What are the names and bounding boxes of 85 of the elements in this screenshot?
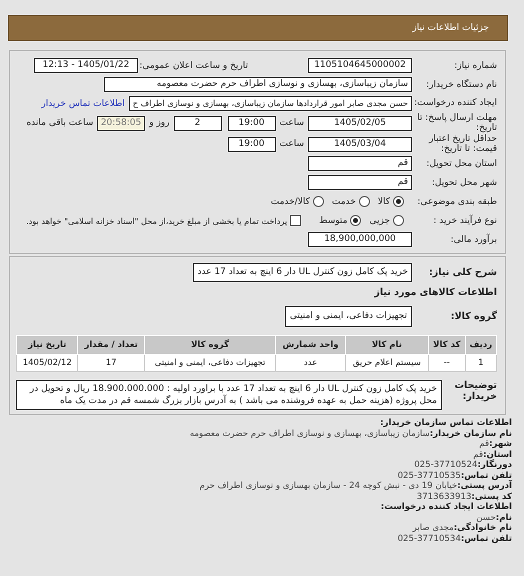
table-cell: 17 <box>78 354 144 372</box>
field-label: نام: <box>496 512 512 523</box>
field-label: ساعت <box>280 118 304 128</box>
field-label: نام دستگاه خریدار: <box>425 80 497 90</box>
field-label: نوع فرآیند خرید : <box>432 216 497 226</box>
days-field: 2 <box>174 116 222 131</box>
field-label: برآورد مالی: <box>450 234 497 245</box>
table-cell: سیستم اعلام حریق <box>345 354 428 372</box>
column-header: نام کالا <box>345 336 428 355</box>
table-cell: 1 <box>465 354 496 372</box>
field-label: گروه کالا: <box>450 311 497 322</box>
field-label: طبقه بندی موضوعی: <box>416 196 497 207</box>
column-header: گروه کالا <box>144 336 276 355</box>
radio-button[interactable] <box>393 196 404 208</box>
field-value: خیابان 19 دی - نبش کوچه 24 - سازمان بهسازی و نوسازی اطراف حرم <box>200 481 458 492</box>
field-label: شهر: <box>489 439 512 450</box>
field-label: آدرس پستی: <box>457 481 512 492</box>
field-label: مهلت ارسال پاسخ: تا تاریخ: <box>416 113 497 134</box>
field-label: دورنگار: <box>477 460 512 470</box>
buyer-org-field: سازمان زیباسازی، بهسازی و نوسازی اطراف حرم حضرت معصومه <box>104 77 412 92</box>
field-label: روز و <box>149 118 170 128</box>
goods-group-field: تجهیزات دفاعی، ایمنی و امنیتی <box>284 306 412 328</box>
column-header: کد کالا <box>428 336 466 355</box>
field-label: تلفن تماس: <box>460 534 512 544</box>
section-heading: اطلاعات کالاهای مورد نیاز <box>373 287 497 298</box>
field-value: قم <box>473 450 484 460</box>
date-field: 1405/03/04 <box>308 136 412 152</box>
table-cell: -- <box>428 354 466 372</box>
page-title: جزئیات اطلاعات نیاز <box>412 23 489 33</box>
column-header: تعداد / مقدار <box>78 336 144 355</box>
table-cell: عدد <box>276 354 346 372</box>
creator-field: حسن مجدی صابر امور قراردادها سازمان زیباسازی، بهسازی و نوسازی اطراف ح <box>128 96 412 111</box>
checkbox-label: پرداخت تمام یا بخشی از مبلغ خرید،از محل "اسناد خزانه اسلامی" خواهد بود. <box>26 216 288 226</box>
field-value: قم <box>479 439 490 450</box>
date-field: 1405/02/05 <box>308 116 412 131</box>
time-field: 19:00 <box>228 116 276 131</box>
field-value: 37710535-025 <box>398 470 461 481</box>
field-value: 37710534-025 <box>398 534 461 544</box>
radio-button[interactable] <box>350 215 362 226</box>
summary-field: خرید پک کامل زون کنترل UL دار 6 اینچ به تعداد 17 عدد <box>193 263 412 282</box>
field-label: شماره نیاز: <box>453 60 497 70</box>
field-label: نام سازمان خریدار: <box>430 428 512 439</box>
radio-label: کالا <box>378 196 390 207</box>
field-label: توضیحات خریدار: <box>453 380 497 402</box>
field-value: 37710524-025 <box>414 460 478 470</box>
table-cell: تجهیزات دفاعی، ایمنی و امنیتی <box>144 354 276 372</box>
radio-label: جزیی <box>369 216 390 226</box>
field-label: ایجاد کننده درخواست: <box>413 98 497 109</box>
radio-button[interactable] <box>358 196 370 208</box>
field-value: مجدی صابر <box>412 523 454 534</box>
field-value: 3713633913 <box>416 492 472 502</box>
buyer-notes-field: خرید پک کامل زون کنترل UL دار 6 اینچ به تعداد 17 عدد با براورد اولیه : 18.900.000.000 ریال و تحویل در محل پروژه (هزینه حمل به عهده فروشنده می باشد ) به آدرس بازار بزرگ شمسه قم در مدت یک ماه <box>16 380 442 410</box>
time-field: 19:00 <box>228 136 276 152</box>
city-field: قم <box>308 175 412 190</box>
field-label: شهر محل تحویل: <box>430 178 497 188</box>
field-label: نام خانوادگی: <box>454 523 512 534</box>
radio-button[interactable] <box>393 215 404 226</box>
field-label: تلفن تماس: <box>460 470 512 481</box>
field-value: سازمان زیباسازی، بهسازی و نوسازی اطراف حرم حضرت معصومه <box>190 428 430 439</box>
province-field: قم <box>308 156 412 172</box>
field-label: تاریخ و ساعت اعلان عمومی: <box>138 60 248 70</box>
radio-label: خدمت <box>332 196 356 207</box>
radio-button[interactable] <box>312 196 324 208</box>
column-header: ردیف <box>465 336 496 355</box>
remaining-time-field: 20:58:05 <box>97 116 146 131</box>
announce-date-field: 1405/01/22 - 12:13 <box>34 58 138 73</box>
field-value: حسن <box>476 512 496 523</box>
section-heading: اطلاعات ایجاد کننده درخواست: <box>380 502 512 513</box>
section-heading: اطلاعات تماس سازمان خریدار: <box>379 418 512 429</box>
column-header: تاریخ نیاز <box>16 336 78 355</box>
field-label: حداقل تاریخ اعتبار قیمت: تا تاریخ: <box>428 134 497 154</box>
radio-label: کالا/خدمت <box>270 196 310 207</box>
field-label: استان محل تحویل: <box>425 158 497 169</box>
field-label: کد پستی: <box>471 492 512 502</box>
column-header: واحد شمارش <box>276 336 346 355</box>
need-number-field: 1105104645000002 <box>308 58 412 73</box>
field-label: ساعت <box>280 139 304 150</box>
checkbox[interactable] <box>290 215 302 226</box>
field-label: شرح کلی نیاز: <box>428 267 497 278</box>
field-label: ساعت باقی مانده <box>26 118 94 128</box>
estimate-field: 18,900,000,000 <box>308 232 412 248</box>
radio-label: متوسط <box>319 216 348 226</box>
table-cell: 1405/02/12 <box>16 354 78 372</box>
buyer-contact-link[interactable]: اطلاعات تماس خریدار <box>41 98 125 108</box>
field-label: استان: <box>483 450 512 460</box>
